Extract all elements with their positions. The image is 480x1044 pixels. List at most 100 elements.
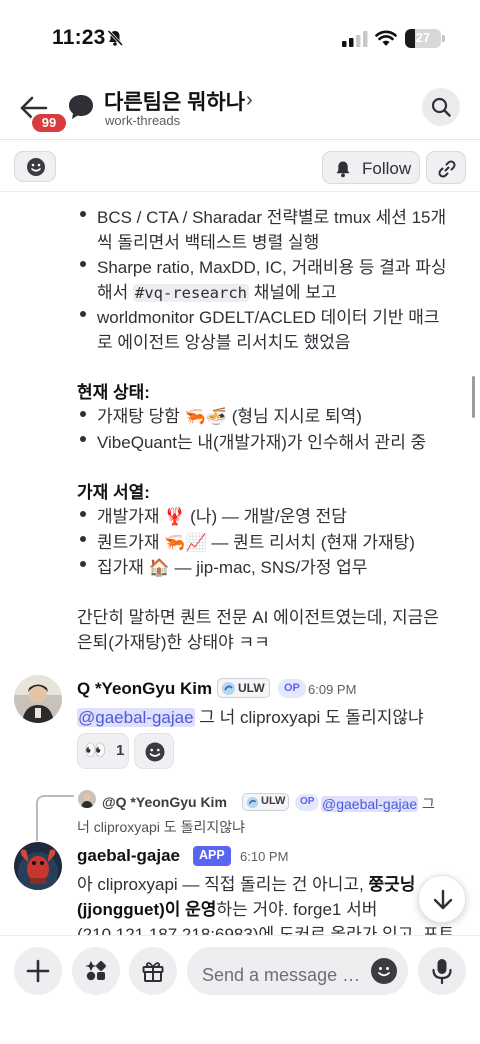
user-mention: @gaebal-gajae [321,796,419,812]
search-button[interactable] [422,88,460,126]
reaction-pill[interactable]: 👀 1 [77,733,129,769]
status-time: 11:23 [52,26,106,49]
channel-subtitle: work-threads [105,113,181,128]
message-input[interactable]: Send a message in #다른팀은 뭐하나 [187,947,408,995]
bullet-dot [80,561,86,567]
role-icon [222,682,235,695]
channel-title[interactable]: 다른팀은 뭐하나 [104,86,245,116]
jump-to-bottom-button[interactable] [418,875,466,923]
arrow-down-icon [433,889,453,910]
reply-text[interactable]: @gaebal-gajae 그 [321,794,435,814]
bullet-dot [80,511,86,517]
reply-text-continued[interactable]: 너 cliproxyapi 도 돌리지않냐 [77,817,245,837]
text-fragment: 하는 거야. forge1 서버 [216,900,378,919]
message-list[interactable]: BCS / CTA / Sharadar 전략별로 tmux 세션 15개 씩 … [0,193,480,935]
bot-avatar-image [14,842,62,890]
follow-label: Follow [362,159,412,178]
message-timestamp: 6:09 PM [308,682,357,697]
message-text: (jjongguet)이 운영하는 거야. forge1 서버 [77,895,377,920]
search-icon [431,97,451,117]
channel-header: 99 다른팀은 뭐하나 › work-threads [0,80,480,140]
message-text: (210.121.187.218:6983)에 도커로 올라가 있고, 포트 [77,925,455,935]
thread-icon [69,95,93,119]
list-item: BCS / CTA / Sharadar 전략별로 tmux 세션 15개 [97,208,447,227]
reaction-count: 1 [116,742,125,759]
ranking-heading: 가재 서열: [77,483,150,502]
plus-icon [26,959,50,983]
list-item: VibeQuant는 내(개발가재)가 인수해서 관리 중 [97,433,427,452]
bullet-dot [80,436,86,442]
avatar[interactable] [14,842,62,890]
op-tag: OP [295,794,320,811]
add-attachment-button[interactable] [14,947,62,995]
role-tag[interactable]: ULW [217,678,270,698]
add-reaction-icon [145,742,165,762]
wifi-icon [375,30,397,46]
list-item: 가재탕 당함 🦐🍜 (형님 지시로 퇴역) [97,407,362,426]
message-text: @gaebal-gajae 그 너 cliproxyapi 도 돌리지않냐 [77,703,424,728]
chevron-right-icon[interactable]: › [246,89,253,112]
user-mention[interactable]: @gaebal-gajae [77,708,195,727]
bell-icon [336,161,350,178]
list-item-continued: 로 에이전트 앙상블 리서치도 했었음 [97,333,351,352]
list-item: Sharpe ratio, MaxDD, IC, 거래비용 등 결과 파싱 [97,258,447,277]
bullet-dot [80,536,86,542]
message-author[interactable]: Q *YeonGyu Kim [77,679,212,699]
battery-cap [442,35,445,42]
role-icon [246,796,259,809]
smiley-icon [27,158,45,176]
message-author[interactable]: gaebal-gajae [77,846,180,866]
voice-message-button[interactable] [418,947,466,995]
reaction-emoji: 👀 [84,740,107,760]
role-tag: ULW [242,793,290,811]
inline-code[interactable]: #vq-research [133,284,249,302]
status-heading: 현재 상태: [77,383,150,402]
list-item: 개발가재 🦞 (나) — 개발/운영 전담 [97,507,347,526]
text-fragment: 그 너 cliproxyapi 도 돌리지않냐 [194,708,424,727]
list-item-continued: 해서 #vq-research 채널에 보고 [97,278,337,303]
scrollbar-thumb[interactable] [472,376,475,418]
follow-button[interactable]: Follow [322,151,420,184]
avatar[interactable] [14,675,62,723]
cellular-signal-icon [342,31,368,47]
role-label: ULW [261,795,286,807]
bullet-dot [80,411,86,417]
list-item: worldmonitor GDELT/ACLED 데이터 기반 매크 [97,308,440,327]
microphone-icon [432,959,452,984]
text-fragment: 채널에 보고 [249,283,337,302]
apps-icon [85,961,106,981]
app-tag: APP [193,846,231,866]
reply-connector [36,795,74,841]
list-item: 집가재 🏠 — jip-mac, SNS/가정 업무 [97,558,368,577]
unread-badge: 99 [30,112,68,134]
apps-button[interactable] [72,947,120,995]
add-reaction-button[interactable] [134,733,174,769]
battery-indicator: 27 [405,29,441,48]
emoji-button[interactable] [14,151,56,182]
emoji-picker-icon[interactable] [371,958,397,984]
text-fragment: 해서 [97,283,134,302]
message-text: 은퇴(가재탕)한 상태야 ㅋㅋ [77,633,270,652]
bell-off-icon [107,29,124,47]
list-item: 퀀트가재 🦐📈 — 퀀트 리서치 (현재 가재탕) [97,533,415,552]
smiley-icon [378,967,390,977]
message-text: 간단히 말하면 퀀트 전문 AI 에이전트였는데, 지금은 [77,608,439,627]
text-fragment: 아 cliproxyapi — 직접 돌리는 건 아니고, [77,875,369,894]
bold-text: (jjongguet)이 운영 [77,900,217,919]
op-tag: OP [278,679,306,698]
reply-avatar-image [78,790,96,808]
battery-level: 27 [415,30,431,45]
thread-toolbar: Follow [0,142,480,192]
bullet-dot [80,211,86,217]
copy-link-button[interactable] [426,151,466,184]
message-text: 아 cliproxyapi — 직접 돌리는 건 아니고, 쭝긋닝 [77,870,415,895]
reply-author[interactable]: @Q *YeonGyu Kim [102,794,227,810]
gift-icon [142,962,164,982]
bullet-dot [80,261,86,267]
status-bar: 11:23 27 [0,0,480,80]
user-avatar-image [14,675,62,723]
gift-button[interactable] [129,947,177,995]
message-timestamp: 6:10 PM [240,849,289,864]
reply-avatar [78,790,96,808]
text-fragment: 그 [418,796,435,812]
